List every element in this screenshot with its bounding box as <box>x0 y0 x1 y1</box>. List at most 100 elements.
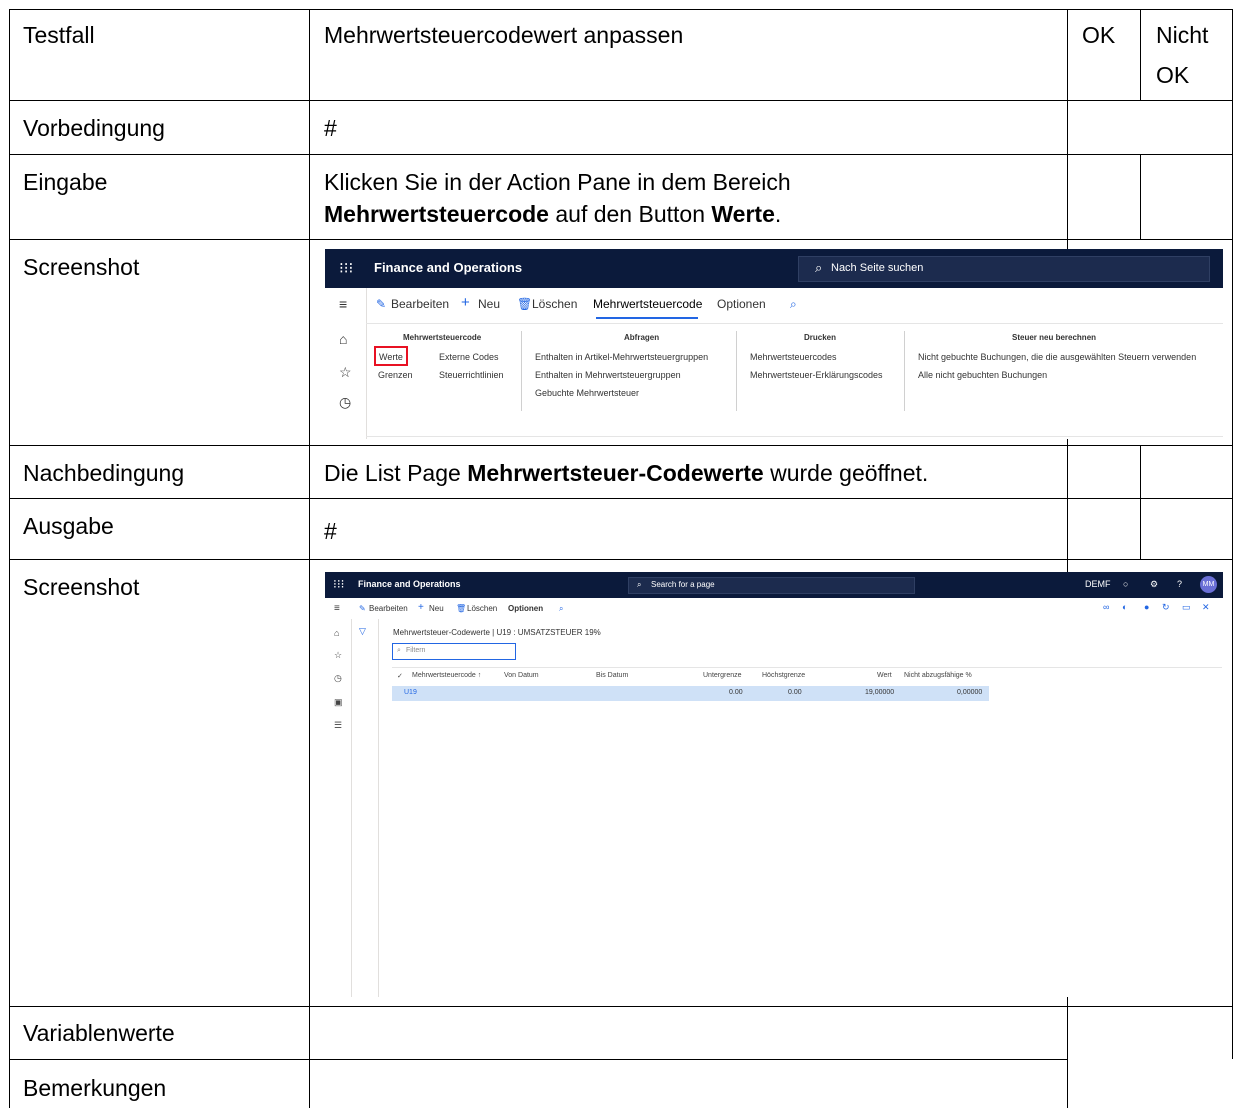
screenshot-action-pane: ⁝⁝⁝ Finance and Operations ⌕ Nach Seite … <box>325 249 1223 439</box>
table-row[interactable]: U19 0.00 0.00 19,00000 0,00000 <box>392 686 989 701</box>
left-nav: ≡ ⌂ ☆ ◷ <box>325 288 367 439</box>
table-col-divider <box>1140 9 1141 100</box>
testfall-value: Mehrwertsteuercodewert anpassen <box>324 22 684 48</box>
nachbedingung-post: wurde geöffnet. <box>763 460 929 486</box>
external-codes-button[interactable]: Externe Codes <box>439 352 499 362</box>
edit-button[interactable]: Bearbeiten <box>369 604 408 613</box>
row-label-variablenwerte: Variablenwerte <box>23 1020 175 1046</box>
bell-icon[interactable]: ○ <box>1123 579 1128 589</box>
menu-item-mwst-codes[interactable]: Mehrwertsteuercodes <box>750 352 837 362</box>
search-options-icon[interactable]: ⌕ <box>790 297 797 312</box>
column-header-nicht-abzugsfaehig[interactable]: Nicht abzugsfähige % <box>904 672 972 679</box>
menu-item-alle-nicht-gebuchten[interactable]: Alle nicht gebuchten Buchungen <box>918 370 1047 380</box>
gear-icon[interactable]: ⚙ <box>1150 579 1158 590</box>
left-nav: ⌂ ☆ ◷ ▣ ☰ <box>325 619 352 997</box>
search-icon: ⌕ <box>637 580 642 589</box>
eingabe-end: . <box>774 201 782 227</box>
column-header-hoechstgrenze[interactable]: Höchstgrenze <box>762 672 805 679</box>
nachbedingung-pre: Die List Page <box>324 460 468 486</box>
table-row-divider <box>9 445 1233 446</box>
menu-item-nicht-gebuchte-buchungen[interactable]: Nicht gebuchte Buchungen, die die ausgew… <box>918 352 1196 362</box>
group-separator <box>904 331 905 411</box>
trash-icon: 🗑 <box>456 604 467 613</box>
refresh-icon[interactable]: ↻ <box>1162 602 1170 613</box>
menu-item-mwst-gruppen[interactable]: Enthalten in Mehrwertsteuergruppen <box>535 370 681 380</box>
delete-button[interactable]: Löschen <box>467 604 497 613</box>
table-border-top <box>9 9 1233 10</box>
column-header-wert[interactable]: Wert <box>877 672 892 679</box>
avatar[interactable]: MM <box>1200 576 1217 593</box>
navbar: ⁝⁝⁝ Finance and Operations ⌕ Nach Seite … <box>325 249 1223 288</box>
cell-untergrenze: 0.00 <box>729 689 743 696</box>
table-col-divider <box>309 9 310 1108</box>
app-launcher-icon[interactable]: ⁝⁝⁝ <box>339 259 353 277</box>
menu-item-erklaerungscodes[interactable]: Mehrwertsteuer-Erklärungscodes <box>750 370 883 380</box>
vorbedingung-value: # <box>324 115 337 141</box>
options-button[interactable]: Optionen <box>508 604 543 613</box>
search-options-icon[interactable]: ⌕ <box>559 604 563 614</box>
hamburger-icon[interactable]: ≡ <box>334 603 340 614</box>
search-box[interactable]: ⌕ Search for a page <box>628 577 915 594</box>
menu-item-gebuchte-mwst[interactable]: Gebuchte Mehrwertsteuer <box>535 388 639 398</box>
filter-placeholder: Filtern <box>406 647 426 654</box>
link-icon[interactable]: ∞ <box>1103 602 1109 612</box>
delete-button[interactable]: Löschen <box>532 297 577 311</box>
hamburger-icon[interactable]: ≡ <box>339 296 347 312</box>
table-row-divider <box>9 1059 1068 1060</box>
open-new-window-icon[interactable]: ▭ <box>1182 602 1191 613</box>
filter-input[interactable]: ⌕ Filtern <box>392 643 516 660</box>
column-header-bis-datum[interactable]: Bis Datum <box>596 672 628 679</box>
cell-hoechstgrenze: 0.00 <box>788 689 802 696</box>
steuerrichtlinien-button[interactable]: Steuerrichtlinien <box>439 370 504 380</box>
row-label-nachbedingung: Nachbedingung <box>23 460 185 486</box>
edit-pencil-icon: ✎ <box>376 297 387 311</box>
breadcrumb: Mehrwertsteuer-Codewerte | U19 : UMSATZS… <box>393 628 601 637</box>
row-label-screenshot-1: Screenshot <box>23 254 140 280</box>
home-icon[interactable]: ⌂ <box>334 628 339 638</box>
app-launcher-icon[interactable]: ⁝⁝⁝ <box>333 577 344 591</box>
group-title-steuer-neu: Steuer neu berechnen <box>1012 333 1097 342</box>
group-title-mehrwertsteuercode: Mehrwertsteuercode <box>403 333 482 342</box>
search-icon: ⌕ <box>397 647 401 654</box>
group-separator <box>736 331 737 411</box>
nachbedingung-value: Die List Page Mehrwertsteuer-Codewerte w… <box>324 456 928 490</box>
star-icon[interactable]: ☆ <box>334 650 342 661</box>
modules-icon[interactable]: ☰ <box>334 720 342 731</box>
new-button[interactable]: Neu <box>429 604 444 613</box>
row-label-eingabe: Eingabe <box>23 169 108 195</box>
clock-icon[interactable]: ◷ <box>334 673 342 684</box>
edit-button[interactable]: Bearbeiten <box>391 297 449 311</box>
column-header-code[interactable]: Mehrwertsteuercode ↑ <box>412 672 481 679</box>
table-col-divider <box>1140 445 1141 559</box>
grenzen-button[interactable]: Grenzen <box>378 370 413 380</box>
workspace-icon[interactable]: ▣ <box>334 697 343 708</box>
home-icon[interactable]: ⌂ <box>339 331 347 347</box>
active-tab-underline <box>596 317 698 319</box>
edit-pencil-icon: ✎ <box>359 604 366 613</box>
column-header-von-datum[interactable]: Von Datum <box>504 672 539 679</box>
table-col-divider <box>1140 154 1141 239</box>
ausgabe-value: # <box>324 518 337 544</box>
company-picker[interactable]: DEMF <box>1085 579 1111 589</box>
cell-nicht-abzugsfaehig: 0,00000 <box>957 689 983 696</box>
column-header-untergrenze[interactable]: Untergrenze <box>703 672 742 679</box>
navbar: ⁝⁝⁝ Finance and Operations ⌕ Search for … <box>325 572 1223 598</box>
menu-item-artikel-gruppen[interactable]: Enthalten in Artikel-Mehrwertsteuergrupp… <box>535 352 708 362</box>
select-all-check-icon[interactable]: ✓ <box>397 672 403 680</box>
werte-button[interactable]: Werte <box>379 352 403 362</box>
tab-options[interactable]: Optionen <box>717 297 766 311</box>
close-icon[interactable]: ✕ <box>1202 602 1210 613</box>
row-label-testfall: Testfall <box>23 22 95 48</box>
cell-wert: 19,00000 <box>865 689 895 696</box>
cell-code[interactable]: U19 <box>404 689 417 696</box>
funnel-icon[interactable]: ▽ <box>359 626 366 637</box>
new-button[interactable]: Neu <box>478 297 500 311</box>
office-icon[interactable]: ◐ <box>1122 602 1127 612</box>
tab-mehrwertsteuercode[interactable]: Mehrwertsteuercode <box>593 297 702 311</box>
help-icon[interactable]: ? <box>1177 579 1182 589</box>
clock-icon[interactable]: ◷ <box>339 394 351 411</box>
attachment-icon[interactable]: ● <box>1144 602 1149 612</box>
star-icon[interactable]: ☆ <box>339 364 352 381</box>
eingabe-line2: Mehrwertsteuercode auf den Button Werte. <box>324 197 781 231</box>
search-box[interactable]: ⌕ Nach Seite suchen <box>798 256 1210 282</box>
